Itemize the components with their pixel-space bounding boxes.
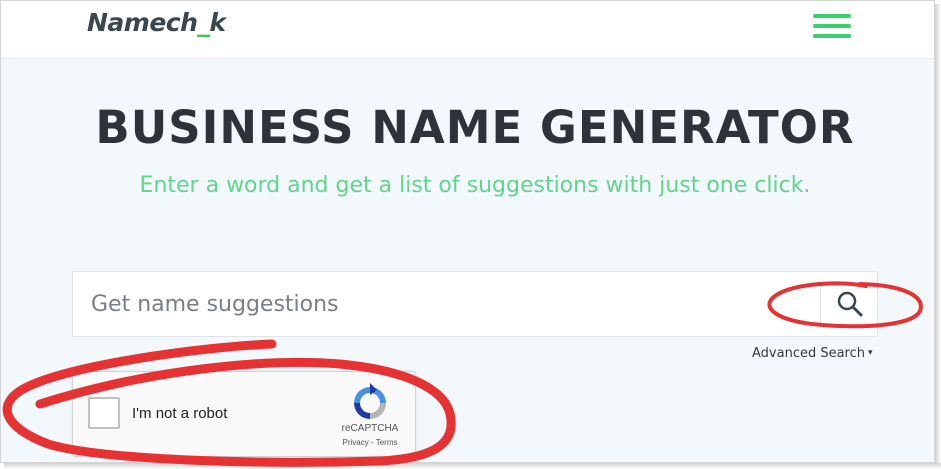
terms-link[interactable]: Terms [376,438,398,447]
frame-shadow-right [935,4,941,469]
search-icon [837,291,863,317]
recaptcha-links: Privacy - Terms [325,438,415,447]
links-separator: - [368,438,376,447]
search-bar [72,271,878,337]
frame-shadow-bottom [4,463,941,469]
menu-bar-bottom [813,34,851,38]
menu-bar-middle [813,24,851,28]
search-button[interactable] [820,282,878,326]
recaptcha-brand: reCAPTCHA [341,423,399,434]
page-title: BUSINESS NAME GENERATOR [95,101,855,154]
logo-text-main: Namech [87,8,198,37]
page-subtitle: Enter a word and get a list of suggestio… [139,173,811,198]
caret-down-icon: ▾ [868,348,873,358]
advanced-search-toggle[interactable]: Advanced Search ▾ [752,346,873,361]
hamburger-menu-icon[interactable] [813,14,851,38]
privacy-link[interactable]: Privacy [343,438,369,447]
advanced-search-label: Advanced Search [752,346,866,361]
menu-bar-top [813,14,851,18]
recaptcha-widget: I'm not a robot reCAPTCHA Privacy - Term… [72,371,416,457]
logo-text-accent: _ [197,8,210,37]
logo-text-tail: k [209,8,226,37]
recaptcha-label: I'm not a robot [132,405,228,422]
screenshot-frame: Namech_k BUSINESS NAME GENERATOR Enter a… [0,0,935,463]
recaptcha-logo-icon [354,383,386,419]
recaptcha-checkbox[interactable] [88,397,120,429]
top-navbar: Namech_k [1,1,934,59]
site-logo[interactable]: Namech_k [87,8,226,37]
search-input[interactable] [73,272,818,336]
